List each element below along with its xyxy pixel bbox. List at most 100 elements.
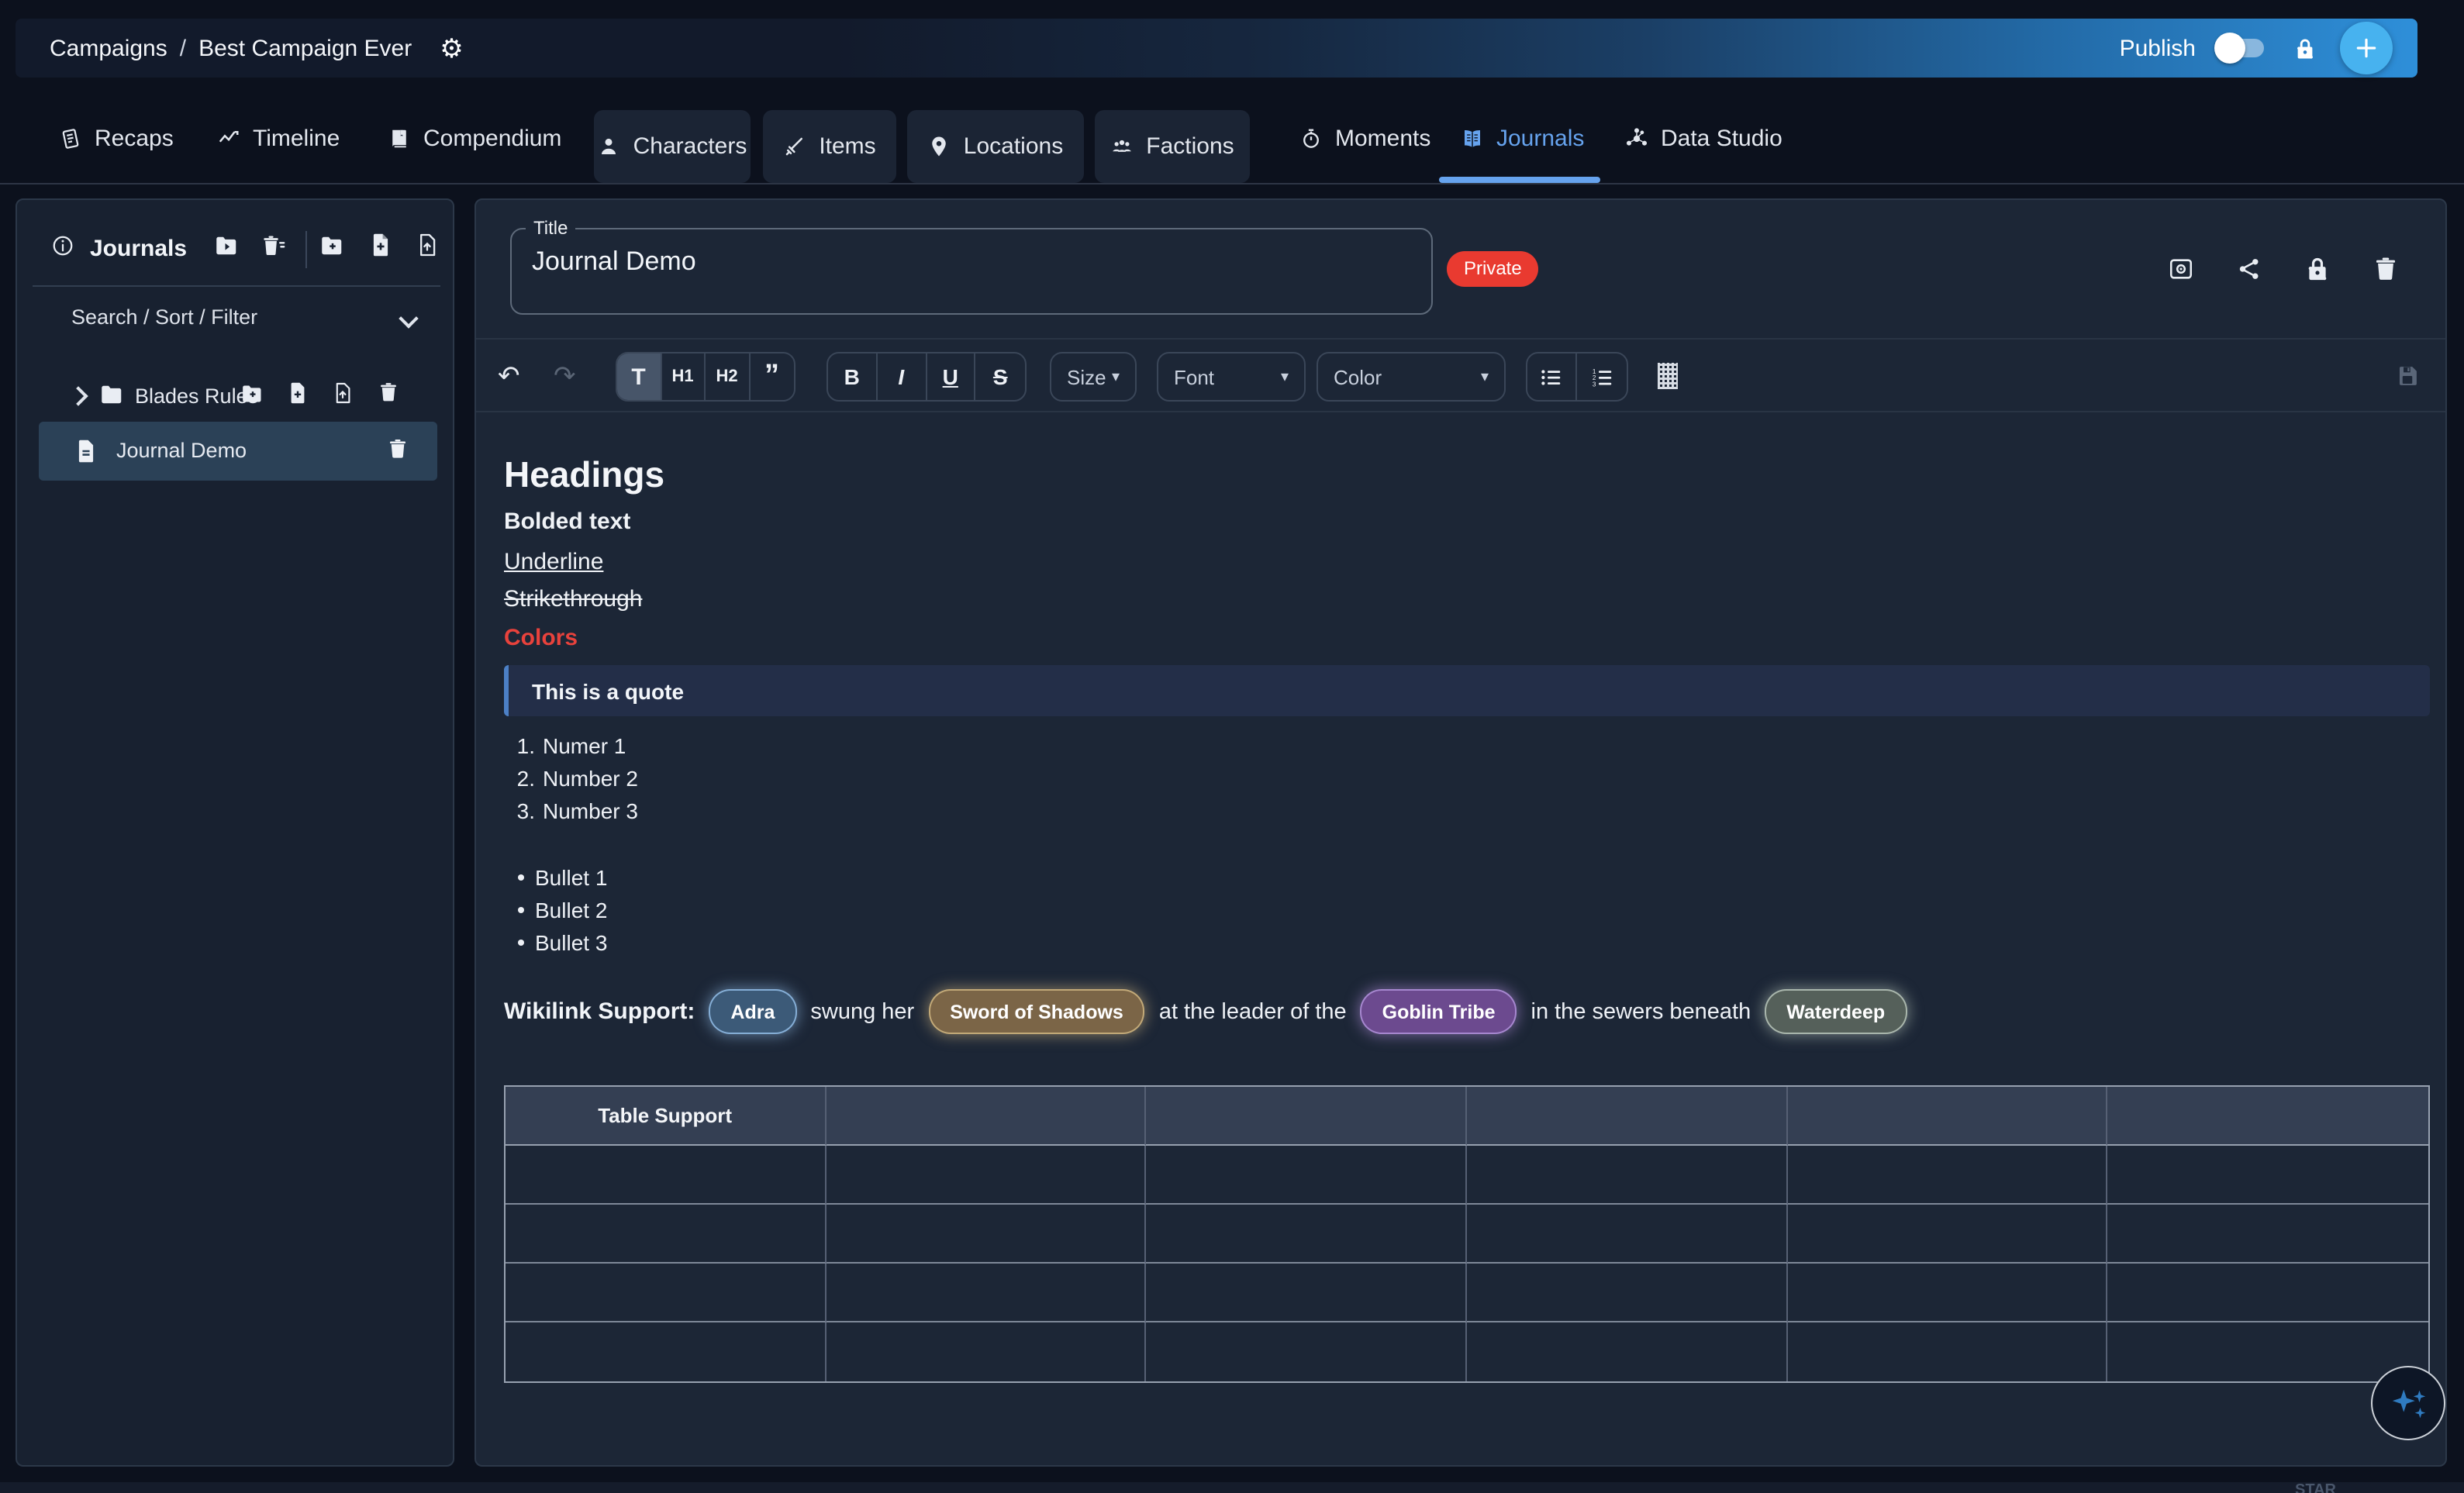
wikilink-pill-adra[interactable]: Adra [710,991,795,1033]
ordered-list-item[interactable]: 2. Number 2 [510,766,638,791]
publish-toggle[interactable] [2219,39,2264,57]
breadcrumb-root[interactable]: Campaigns [50,35,167,61]
undo-button[interactable]: ↶ [498,340,520,414]
bold-button[interactable]: B [828,353,878,400]
preview-icon[interactable] [2162,247,2199,290]
table-cell[interactable] [2108,1205,2428,1264]
share-icon[interactable] [2230,247,2267,290]
h1-format-button[interactable]: H1 [661,353,706,400]
content-colors-line[interactable]: Colors [504,625,578,651]
table-cell[interactable] [506,1205,826,1264]
campaign-settings-gear-icon[interactable]: ⚙ [440,35,464,61]
table-cell[interactable] [1147,1264,1467,1322]
color-select[interactable]: Color ▾ [1317,352,1506,402]
table-header-cell[interactable] [1147,1087,1467,1146]
insert-table-button[interactable] [1658,363,1678,389]
search-sort-filter-toggle[interactable]: Search / Sort / Filter [71,305,257,329]
ordered-list-item[interactable]: 3. Number 3 [510,798,638,823]
wikilink-pill-waterdeep[interactable]: Waterdeep [1766,991,1905,1033]
new-document-icon[interactable] [371,233,391,257]
table-cell[interactable] [1787,1146,2107,1205]
add-button[interactable] [2340,22,2393,74]
table-cell[interactable] [826,1264,1146,1322]
folder-new-folder-icon[interactable] [242,384,264,403]
ai-assistant-button[interactable] [2371,1366,2445,1440]
strikethrough-button[interactable]: S [976,353,1026,400]
privacy-badge[interactable]: Private [1447,251,1539,287]
table-cell[interactable] [1467,1205,1787,1264]
info-icon[interactable] [51,234,74,257]
folder-expand-chevron-icon[interactable] [68,386,88,405]
table-header-cell[interactable] [2108,1087,2428,1146]
tab-locations[interactable]: Locations [907,110,1084,183]
folder-delete-icon[interactable] [378,381,399,403]
tab-characters[interactable]: Characters [594,110,751,183]
tab-compendium[interactable]: Compendium [388,112,561,164]
wikilink-pill-sword-of-shadows[interactable]: Sword of Shadows [930,991,1144,1033]
table-cell[interactable] [2108,1322,2428,1381]
tab-moments[interactable]: Moments [1299,112,1430,164]
numbered-list-button[interactable]: 123 [1577,353,1627,400]
italic-button[interactable]: I [878,353,927,400]
tab-data-studio[interactable]: Data Studio [1625,112,1782,164]
table-cell[interactable] [506,1146,826,1205]
bullet-list-item[interactable]: Bullet 3 [535,930,607,955]
h2-format-button[interactable]: H2 [706,353,750,400]
delete-journal-icon[interactable] [2366,247,2404,290]
move-to-folder-icon[interactable] [216,236,239,256]
table-cell[interactable] [1147,1205,1467,1264]
table-cell[interactable] [1467,1146,1787,1205]
new-folder-icon[interactable] [321,236,344,256]
table-header-cell[interactable] [1467,1087,1787,1146]
table-cell[interactable] [1787,1322,2107,1381]
folder-name[interactable]: Blades Rules [135,384,258,408]
underline-button[interactable]: U [927,353,976,400]
size-select[interactable]: Size ▾ [1050,352,1137,402]
folder-new-document-icon[interactable] [288,381,307,405]
tab-items[interactable]: Items [763,110,896,183]
tab-journals[interactable]: Journals [1461,112,1584,164]
font-select[interactable]: Font ▾ [1157,352,1306,402]
content-strikethrough-line[interactable]: Strikethrough [504,586,642,612]
table-cell[interactable] [826,1205,1146,1264]
bullet-list-item[interactable]: Bullet 1 [535,865,607,890]
bullet-list-button[interactable] [1527,353,1577,400]
content-blockquote[interactable]: This is a quote [504,665,2430,716]
ordered-list-item[interactable]: 1. Numer 1 [510,733,626,758]
content-heading[interactable]: Headings [504,454,664,496]
tab-recaps[interactable]: Recaps [59,112,174,164]
lock-icon[interactable] [2293,36,2317,60]
table-cell[interactable] [2108,1264,2428,1322]
tab-factions[interactable]: Factions [1095,110,1250,183]
table-header-cell[interactable] [826,1087,1146,1146]
paragraph-format-button[interactable]: T [617,353,661,400]
table-cell[interactable] [506,1264,826,1322]
table-cell[interactable] [1787,1264,2107,1322]
title-input[interactable] [532,247,1400,278]
blockquote-button[interactable]: ” [750,353,794,400]
table-cell[interactable] [1467,1322,1787,1381]
table-header-cell[interactable]: Table Support [506,1087,826,1146]
import-document-icon[interactable] [417,233,437,257]
lock-icon[interactable] [2298,247,2335,290]
table-cell[interactable] [1147,1146,1467,1205]
table-cell[interactable] [826,1322,1146,1381]
sweep-delete-icon[interactable] [261,234,285,257]
redo-button[interactable]: ↷ [554,340,576,414]
table-cell[interactable] [2108,1146,2428,1205]
wikilink-pill-goblin-tribe[interactable]: Goblin Tribe [1362,991,1516,1033]
bullet-list-item[interactable]: Bullet 2 [535,898,607,922]
table-header-cell[interactable] [1787,1087,2107,1146]
table-cell[interactable] [1467,1264,1787,1322]
table-cell[interactable] [1147,1322,1467,1381]
content-bold-line[interactable]: Bolded text [504,509,630,535]
table-cell[interactable] [826,1146,1146,1205]
folder-import-document-icon[interactable] [333,381,352,405]
tab-timeline[interactable]: Timeline [217,112,340,164]
content-underline-line[interactable]: Underline [504,549,603,575]
journal-delete-icon[interactable] [388,437,408,460]
save-button[interactable] [2396,364,2419,388]
chevron-down-icon[interactable] [399,309,418,328]
table-cell[interactable] [506,1322,826,1381]
table-cell[interactable] [1787,1205,2107,1264]
